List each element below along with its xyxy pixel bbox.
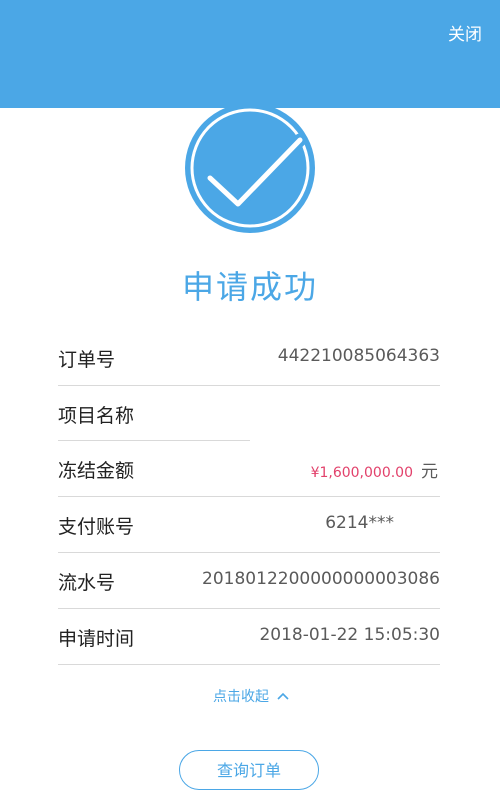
detail-label: 申请时间 [58,628,135,650]
page-title: 申请成功 [181,268,318,306]
detail-row-order-number: 订单号 442210085064363 [58,330,440,386]
query-order-button[interactable]: 查询订单 [179,750,319,790]
amount-value-group: ¥1,600,000.00 元 [311,457,438,482]
success-page: 关闭 申请成功 订单号 442210085064363 项目名称 冻结金额 ¥1… [0,0,500,798]
detail-row-payment-account: 支付账号 6214*** [58,497,440,553]
detail-label: 冻结金额 [58,460,135,482]
detail-row-serial-number: 流水号 2018012200000000003086 [58,553,440,609]
detail-value: 442210085064363 [277,346,440,366]
detail-value: 6214*** [325,513,394,533]
detail-label: 支付账号 [58,516,135,538]
chevron-up-icon [277,689,289,700]
check-circle-icon [180,103,320,238]
detail-label: 订单号 [58,349,116,371]
header-bar: 关闭 [0,0,500,108]
detail-value: 2018-01-22 15:05:30 [259,625,440,645]
amount-unit: 元 [421,462,438,482]
detail-value: 2018012200000000003086 [202,569,440,589]
collapse-label: 点击收起 [213,689,269,705]
detail-row-apply-time: 申请时间 2018-01-22 15:05:30 [58,609,440,665]
order-details: 订单号 442210085064363 项目名称 冻结金额 ¥1,600,000… [58,330,440,665]
detail-row-frozen-amount: 冻结金额 ¥1,600,000.00 元 [58,441,440,497]
detail-row-project-name: 项目名称 [58,386,440,441]
detail-label: 流水号 [58,572,116,594]
close-button[interactable]: 关闭 [448,20,482,45]
detail-label: 项目名称 [58,405,135,427]
amount-value: ¥1,600,000.00 [310,465,413,481]
collapse-toggle[interactable]: 点击收起 [0,686,500,706]
